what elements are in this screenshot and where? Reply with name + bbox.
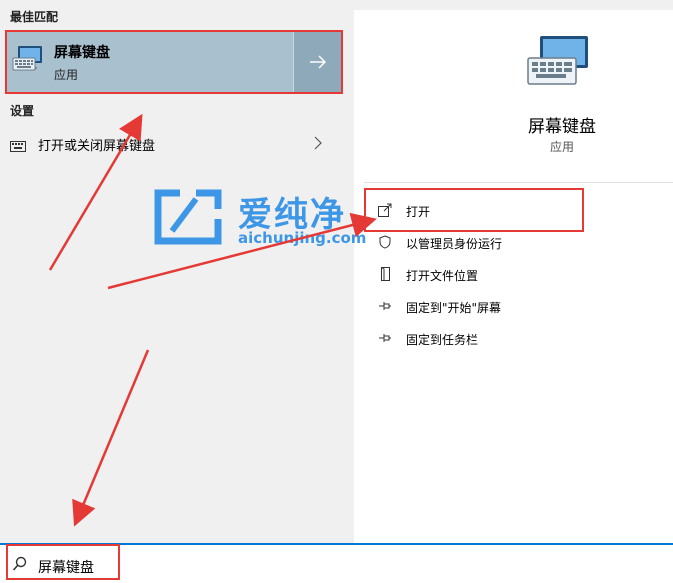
annotation-arrow-search: [72, 349, 150, 527]
annotation-box-search: [6, 544, 120, 580]
annotation-arrows: [48, 113, 377, 527]
annotation-arrow-best-match: [48, 113, 143, 271]
annotation-arrow-open: [107, 212, 377, 290]
